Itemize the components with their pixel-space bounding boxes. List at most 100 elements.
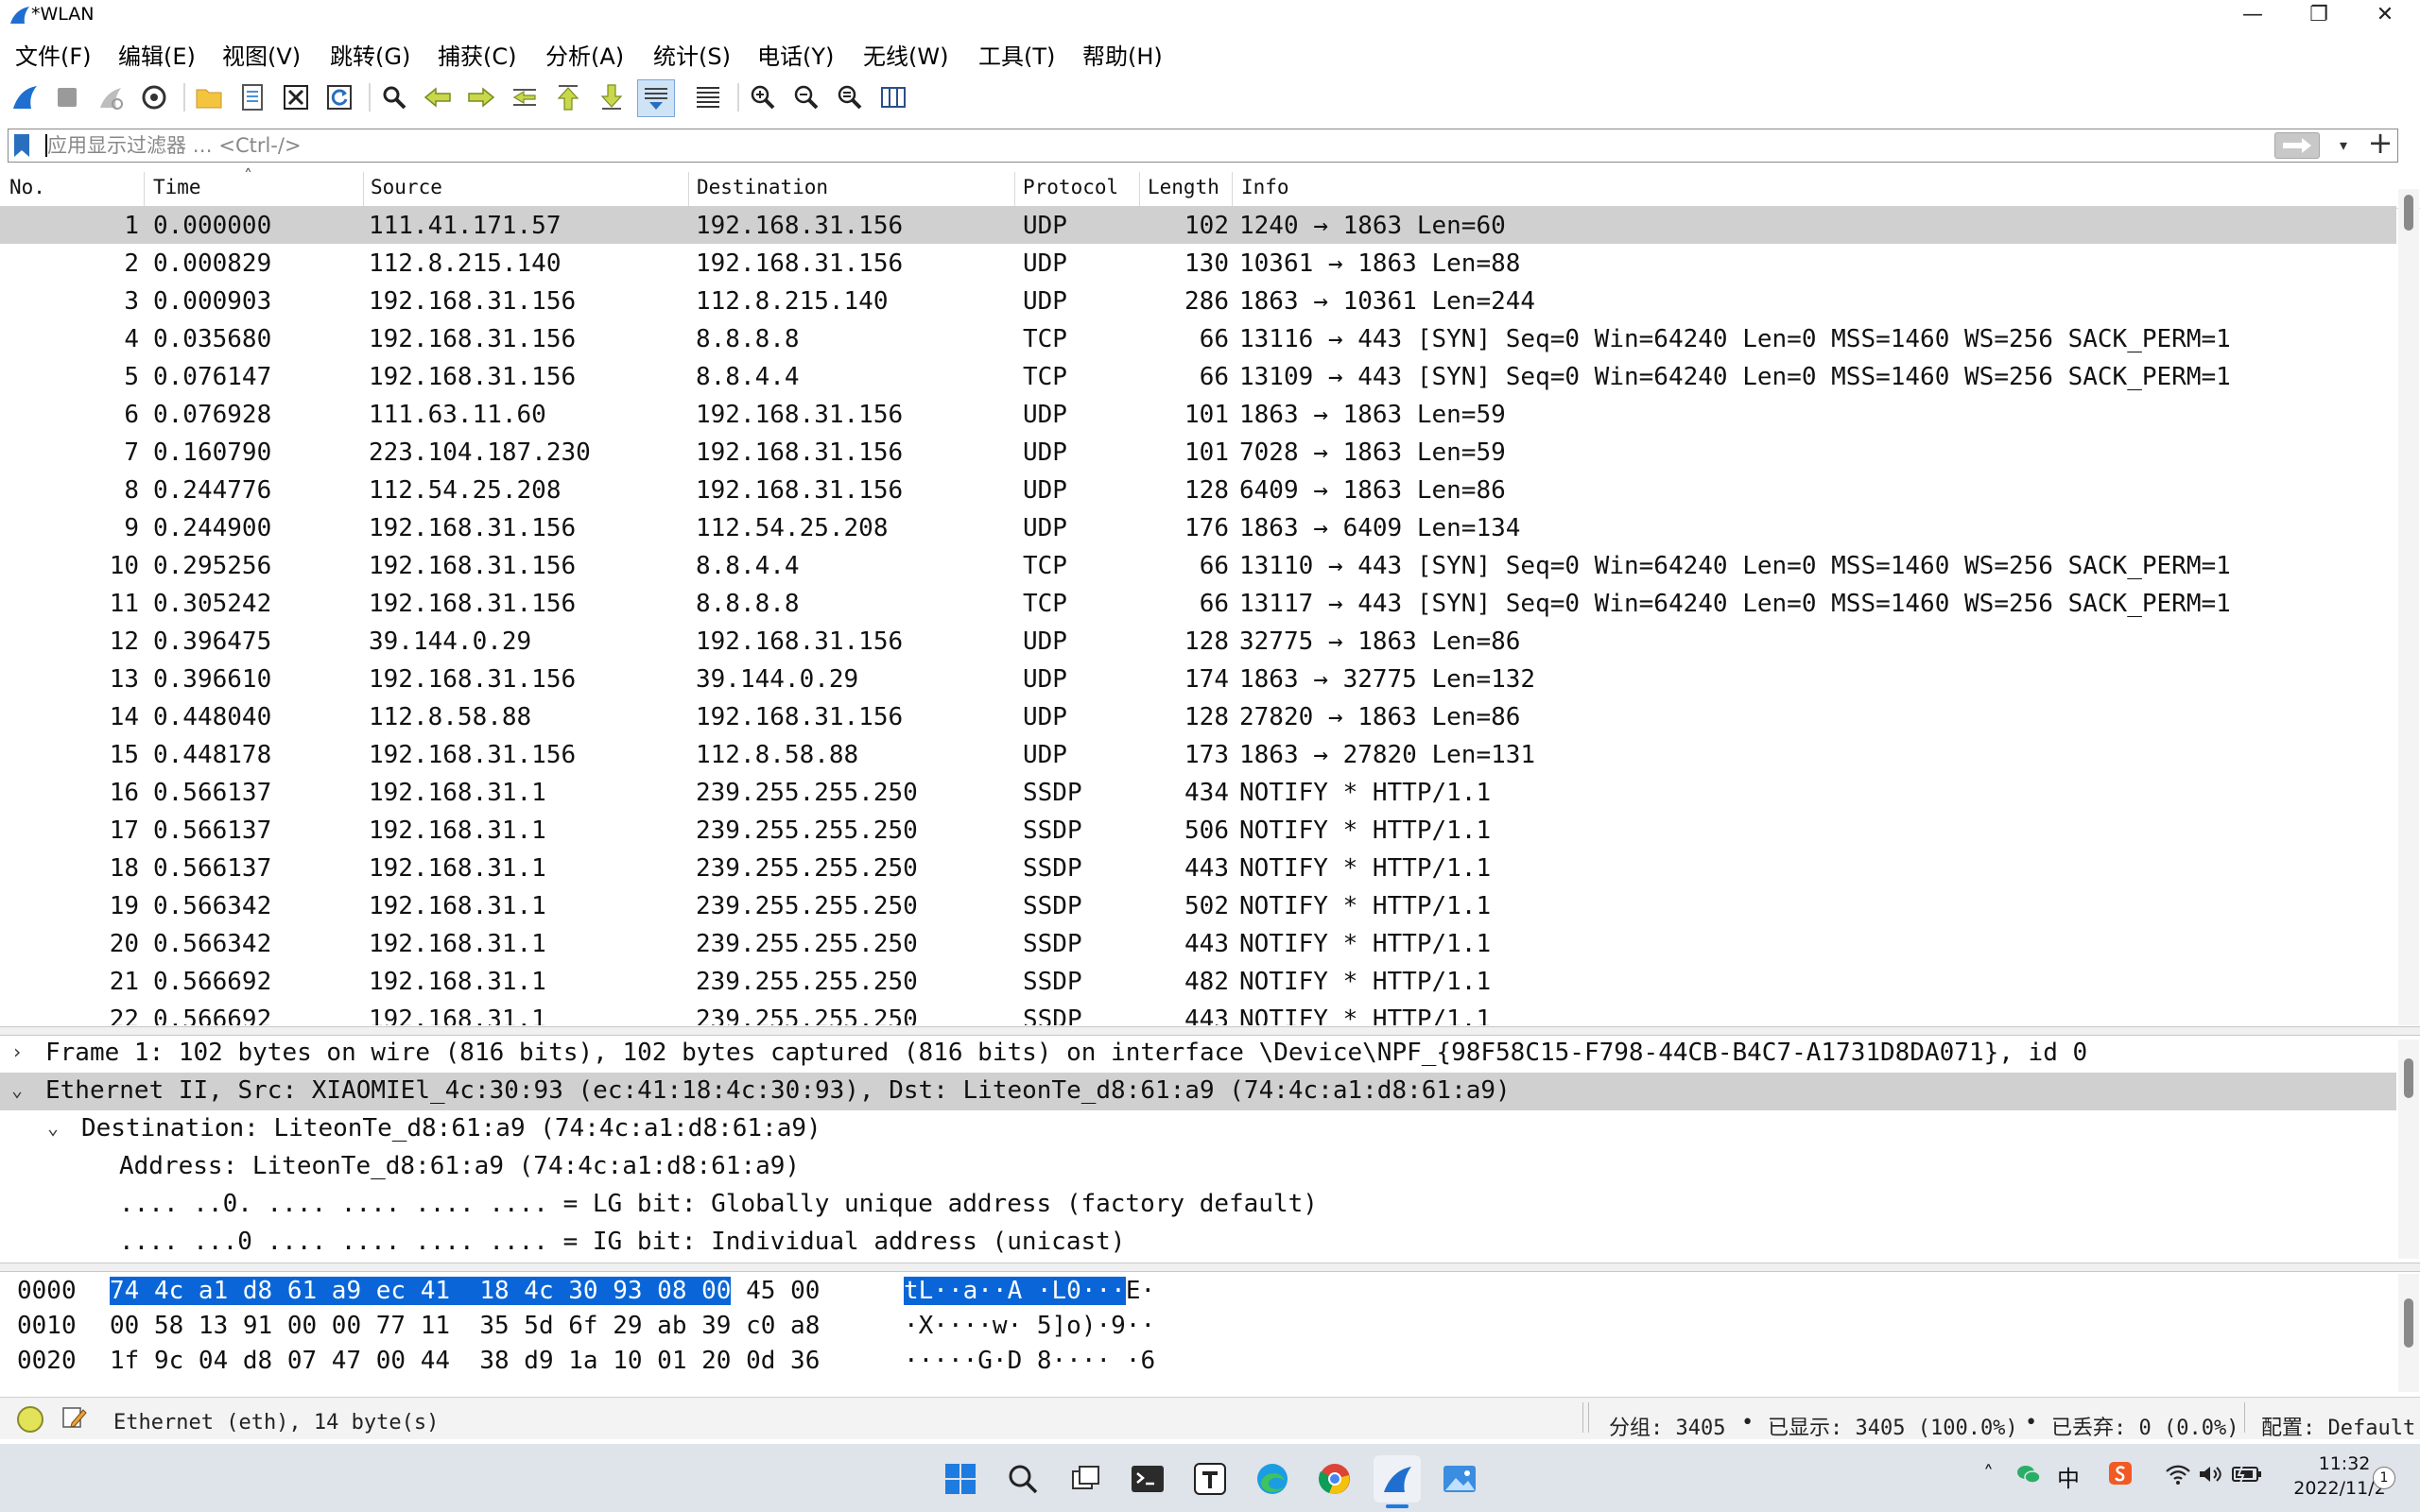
packet-list-scrollbar[interactable]	[2398, 189, 2419, 1025]
menu-telephony[interactable]: 电话(Y)	[757, 38, 834, 71]
packet-row[interactable]: 1 0.000000 111.41.171.57 192.168.31.156 UDP 1…	[0, 206, 2396, 244]
menu-file[interactable]: 文件(F)	[15, 38, 92, 71]
colorize-icon[interactable]	[690, 79, 726, 115]
packet-row[interactable]: 16 0.566137 192.168.31.1 239.255.255.250 SSD…	[0, 773, 2396, 811]
minimize-button[interactable]: —	[2220, 0, 2286, 30]
stop-icon[interactable]	[49, 79, 85, 115]
packet-row[interactable]: 13 0.396610 192.168.31.156 39.144.0.29 UDP 17…	[0, 660, 2396, 697]
ascii-bytes-rest[interactable]: ·····G·D 8···· ·6	[904, 1347, 1155, 1375]
column-divider[interactable]	[1014, 172, 1015, 206]
shark-fin-icon[interactable]	[7, 79, 43, 115]
packet-row[interactable]: 14 0.448040 112.8.58.88 192.168.31.156 UDP 12…	[0, 697, 2396, 735]
windows-start-icon[interactable]	[937, 1455, 984, 1503]
packet-row[interactable]: 11 0.305242 192.168.31.156 8.8.8.8 TCP 66 1311…	[0, 584, 2396, 622]
menu-help[interactable]: 帮助(H)	[1082, 38, 1163, 71]
detail-tree-item[interactable]: .... ...0 .... .... .... .... = IG bit: …	[0, 1224, 2396, 1262]
column-header-source[interactable]: Source	[371, 176, 442, 198]
packet-row[interactable]: 2 0.000829 112.8.215.140 192.168.31.156 UDP 1…	[0, 244, 2396, 282]
ime-indicator[interactable]: 中	[2057, 1460, 2080, 1493]
add-filter-button[interactable]: +	[2365, 127, 2395, 159]
notification-icon[interactable]: 1	[2373, 1467, 2395, 1489]
display-filter-input[interactable]	[47, 131, 2221, 160]
packet-row[interactable]: 20 0.566342 192.168.31.1 239.255.255.250 SSD…	[0, 924, 2396, 962]
detail-tree-item[interactable]: › Frame 1: 102 bytes on wire (816 bits), …	[0, 1035, 2396, 1073]
column-divider[interactable]	[1139, 172, 1140, 206]
autoscroll-icon[interactable]	[637, 79, 675, 117]
edit-comment-icon[interactable]	[60, 1404, 87, 1431]
status-divider[interactable]	[2244, 1402, 2245, 1433]
ascii-bytes-rest[interactable]: ·X····w· 5]o)·9··	[904, 1312, 1155, 1340]
open-folder-icon[interactable]	[191, 79, 227, 115]
save-file-icon[interactable]	[234, 79, 270, 115]
column-header-protocol[interactable]: Protocol	[1023, 176, 1118, 198]
resize-columns-icon[interactable]	[875, 79, 911, 115]
bytes-scroll-thumb[interactable]	[2404, 1298, 2413, 1348]
detail-tree-item[interactable]: ⌄ Destination: LiteonTe_d8:61:a9 (74:4c:a…	[0, 1110, 2396, 1148]
column-header-no[interactable]: No.	[9, 176, 45, 198]
go-to-packet-icon[interactable]	[507, 79, 543, 115]
packet-row[interactable]: 9 0.244900 192.168.31.156 112.54.25.208 UDP 1…	[0, 508, 2396, 546]
collapse-chevron-icon[interactable]: ⌄	[47, 1116, 59, 1139]
ascii-bytes[interactable]: tL··a··A ·L0···E·	[904, 1277, 1155, 1305]
back-icon[interactable]	[420, 79, 456, 115]
wechat-icon[interactable]	[2015, 1461, 2042, 1487]
chrome-icon[interactable]	[1311, 1455, 1358, 1503]
column-divider[interactable]	[1232, 172, 1233, 206]
find-icon[interactable]	[376, 79, 412, 115]
restart-icon[interactable]	[93, 79, 129, 115]
detail-tree-item[interactable]: Address: LiteonTe_d8:61:a9 (74:4c:a1:d8:…	[0, 1148, 2396, 1186]
ascii-bytes[interactable]: ·X····w· 5]o)·9··	[904, 1312, 1155, 1340]
last-packet-icon[interactable]	[594, 79, 630, 115]
volume-icon[interactable]	[2197, 1463, 2223, 1486]
hex-bytes[interactable]: 1f 9c 04 d8 07 47 00 44 38 d9 1a 10 01 2…	[110, 1347, 820, 1375]
tray-overflow-icon[interactable]: ˄	[1983, 1463, 1994, 1486]
menu-statistics[interactable]: 统计(S)	[653, 38, 731, 71]
ascii-bytes-rest[interactable]: E·	[1126, 1277, 1155, 1305]
status-divider[interactable]	[1588, 1402, 1589, 1433]
hex-bytes-rest[interactable]: 45 00	[731, 1277, 820, 1305]
collapse-chevron-icon[interactable]: ⌄	[11, 1078, 23, 1101]
column-divider[interactable]	[363, 172, 364, 206]
column-divider[interactable]	[688, 172, 689, 206]
status-divider[interactable]	[1582, 1402, 1583, 1433]
packet-list-scroll-thumb[interactable]	[2404, 195, 2413, 231]
packet-row[interactable]: 7 0.160790 223.104.187.230 192.168.31.156 UD…	[0, 433, 2396, 471]
column-header-destination[interactable]: Destination	[697, 176, 828, 198]
ascii-bytes-selected[interactable]: tL··a··A ·L0···	[904, 1277, 1126, 1305]
photos-icon[interactable]	[1436, 1455, 1483, 1503]
packet-row[interactable]: 15 0.448178 192.168.31.156 112.8.58.88 UDP 17…	[0, 735, 2396, 773]
wifi-icon[interactable]	[2165, 1463, 2191, 1486]
packet-row[interactable]: 8 0.244776 112.54.25.208 192.168.31.156 UDP 1…	[0, 471, 2396, 508]
filter-history-dropdown[interactable]: ▾	[2329, 132, 2358, 159]
menu-wireless[interactable]: 无线(W)	[863, 38, 948, 71]
search-icon[interactable]	[999, 1455, 1046, 1503]
menu-analyze[interactable]: 分析(A)	[545, 38, 624, 71]
column-header-info[interactable]: Info	[1241, 176, 1289, 198]
sogou-icon[interactable]	[2108, 1461, 2133, 1486]
detail-tree-item[interactable]: .... ..0. .... .... .... .... = LG bit: …	[0, 1186, 2396, 1224]
details-scroll-thumb[interactable]	[2404, 1058, 2413, 1098]
expert-info-icon[interactable]	[17, 1406, 43, 1433]
packet-row[interactable]: 5 0.076147 192.168.31.156 8.8.4.4 TCP 66 13109…	[0, 357, 2396, 395]
detail-tree-item[interactable]: ⌄ Ethernet II, Src: XIAOMIEl_4c:30:93 (ec…	[0, 1073, 2396, 1110]
edge-icon[interactable]	[1249, 1455, 1296, 1503]
zoom-reset-icon[interactable]	[832, 79, 868, 115]
status-profile[interactable]: 配置: Default	[2261, 1411, 2415, 1441]
close-file-icon[interactable]	[278, 79, 314, 115]
packet-row[interactable]: 19 0.566342 192.168.31.1 239.255.255.250 SSD…	[0, 886, 2396, 924]
packet-row[interactable]: 21 0.566692 192.168.31.1 239.255.255.250 SSD…	[0, 962, 2396, 1000]
menu-edit[interactable]: 编辑(E)	[118, 38, 196, 71]
apply-filter-button[interactable]	[2274, 132, 2320, 159]
expand-chevron-icon[interactable]: ›	[11, 1040, 23, 1063]
maximize-button[interactable]: ❐	[2286, 0, 2352, 30]
ascii-bytes[interactable]: ·····G·D 8···· ·6	[904, 1347, 1155, 1375]
packet-row[interactable]: 3 0.000903 192.168.31.156 112.8.215.140 UDP 2…	[0, 282, 2396, 319]
packet-row[interactable]: 22 0.566692 192.168.31.1 239.255.255.250 SSD…	[0, 1000, 2396, 1025]
menu-capture[interactable]: 捕获(C)	[438, 38, 516, 71]
capture-options-icon[interactable]	[136, 79, 172, 115]
reload-icon[interactable]	[321, 79, 357, 115]
packet-row[interactable]: 4 0.035680 192.168.31.156 8.8.8.8 TCP 66 13116…	[0, 319, 2396, 357]
hex-bytes-selected[interactable]: 74 4c a1 d8 61 a9 ec 41 18 4c 30 93 08 0…	[110, 1277, 732, 1305]
packet-row[interactable]: 6 0.076928 111.63.11.60 192.168.31.156 UDP 10…	[0, 395, 2396, 433]
menu-view[interactable]: 视图(V)	[222, 38, 301, 71]
